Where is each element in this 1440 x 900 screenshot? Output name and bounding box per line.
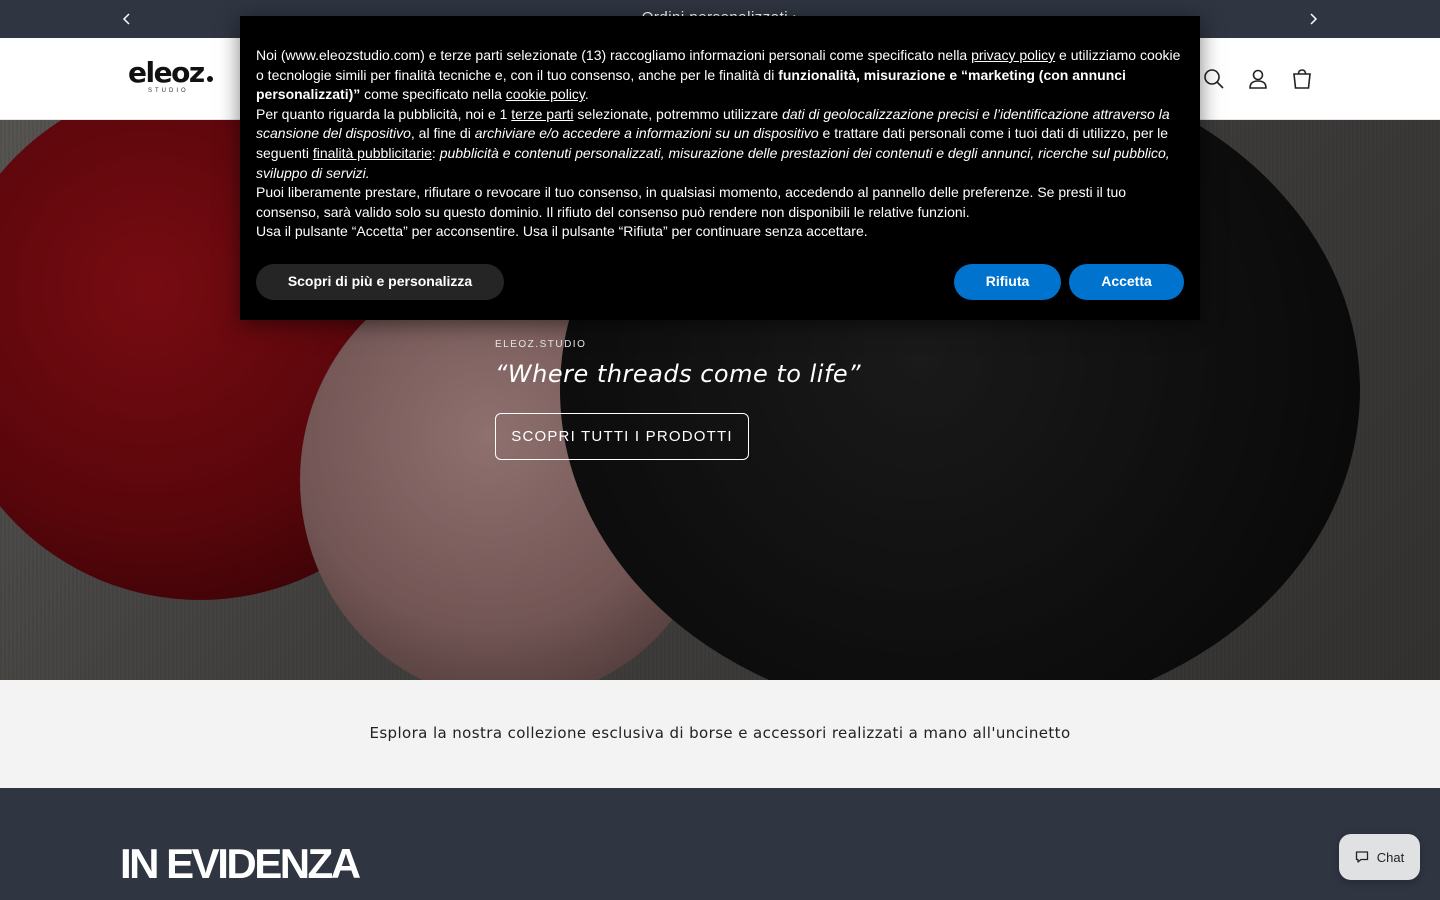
chat-label: Chat [1376, 849, 1405, 865]
search-button[interactable] [1199, 64, 1229, 94]
cookie-policy-link[interactable]: cookie policy [506, 86, 585, 102]
ad-purposes-link[interactable]: finalità pubblicitarie [313, 145, 432, 161]
cookie-text: selezionate, potremmo utilizzare [573, 105, 783, 122]
logo-subtitle: STUDIO [148, 88, 189, 94]
hero-tagline: “Where threads come to life” [495, 360, 862, 388]
chat-bubble-icon [1355, 851, 1368, 863]
intro-text: Esplora la nostra collezione esclusiva d… [369, 724, 1071, 742]
chevron-right-icon [1310, 13, 1318, 25]
intro-section: Esplora la nostra collezione esclusiva d… [0, 680, 1440, 788]
cookie-consent-banner: Noi (www.eleozstudio.com) e terze parti … [240, 16, 1200, 320]
logo[interactable]: eleoz STUDIO [128, 58, 218, 100]
cookie-text: , al fine di [410, 125, 475, 142]
announcement-next-button[interactable] [1301, 0, 1325, 38]
cookie-text: come specificato nella [360, 86, 506, 103]
accept-button[interactable]: Accetta [1069, 264, 1184, 300]
account-button[interactable] [1243, 64, 1273, 94]
hero-eyebrow: ELEOZ.STUDIO [495, 339, 587, 350]
reject-button[interactable]: Rifiuta [954, 264, 1061, 300]
featured-section: IN EVIDENZA [0, 788, 1440, 900]
cookie-text-p2: Per quanto riguarda la pubblicità, noi e… [256, 105, 1184, 183]
cookie-text: : [431, 144, 440, 161]
cookie-text-p1: Noi (www.eleozstudio.com) e terze parti … [256, 46, 1184, 105]
cart-icon [1293, 69, 1311, 89]
chat-button[interactable]: Chat [1339, 834, 1420, 880]
logo-dot [206, 76, 213, 82]
shop-all-button[interactable]: SCOPRI TUTTI I PRODOTTI [495, 413, 749, 460]
third-parties-link[interactable]: terze parti [511, 106, 573, 122]
featured-heading: IN EVIDENZA [120, 840, 361, 887]
privacy-policy-link[interactable]: privacy policy [971, 47, 1055, 63]
cart-button[interactable] [1287, 64, 1317, 94]
search-icon [1204, 69, 1224, 89]
cookie-text: Noi (www.eleozstudio.com) e terze parti … [256, 47, 972, 63]
cookie-text-p3: Puoi liberamente prestare, rifiutare o r… [256, 184, 1127, 220]
cookie-text-p4: Usa il pulsante “Accetta” per acconsenti… [256, 223, 868, 240]
cookie-text: Per quanto riguarda la pubblicità, noi e… [256, 105, 512, 122]
cookie-text: . [584, 86, 589, 103]
account-icon [1249, 69, 1267, 89]
logo-wordmark: eleoz [128, 56, 205, 89]
learn-more-customize-button[interactable]: Scopri di più e personalizza [256, 264, 504, 300]
cookie-text-italic: archiviare e/o accedere a informazioni s… [474, 125, 819, 142]
